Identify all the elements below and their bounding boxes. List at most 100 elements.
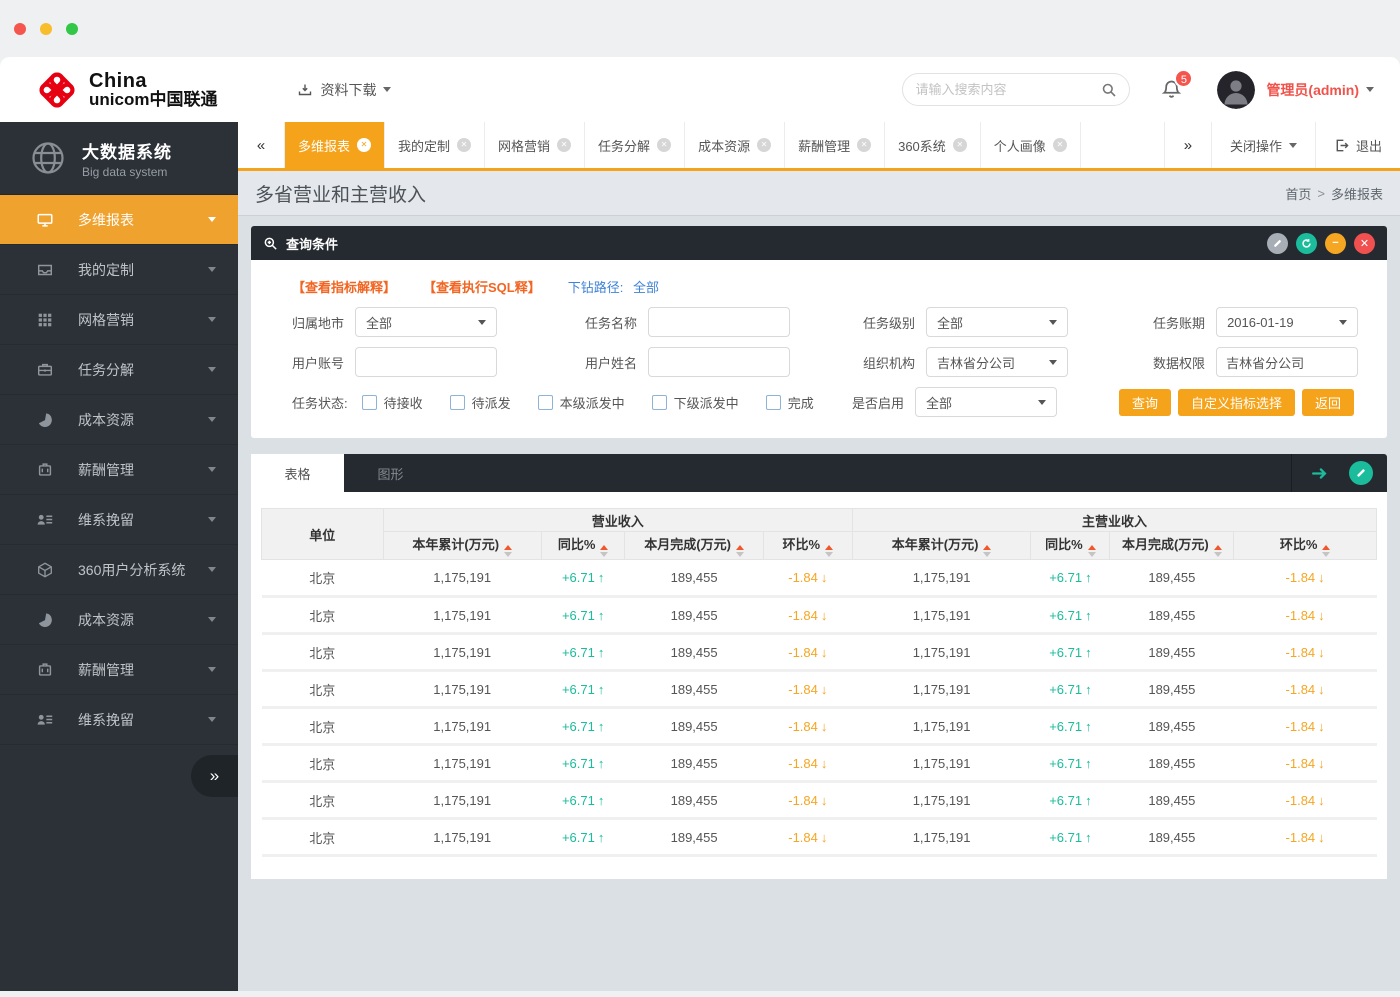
tab-table-view[interactable]: 表格 [251,454,344,492]
user-name-input[interactable] [648,347,790,377]
tab-close-icon[interactable]: ✕ [857,138,871,152]
region-select[interactable]: 全部 [355,307,497,337]
back-button[interactable]: 返回 [1302,389,1354,416]
sidebar-item[interactable]: 任务分解 [0,345,238,395]
view-sql-link[interactable]: 【查看执行SQL释】 [423,277,541,296]
column-header[interactable]: 本月完成(万元) [625,532,763,560]
checkbox-icon[interactable] [766,395,781,410]
tab-close-icon[interactable]: ✕ [357,138,371,152]
tab-close-icon[interactable]: ✕ [557,138,571,152]
tab-item[interactable]: 360系统✕ [885,122,981,168]
column-header[interactable]: 本年累计(万元) [852,532,1030,560]
sort-up-icon [504,545,512,550]
value-cell: +6.71↑ [1031,782,1110,819]
sort-icon[interactable] [1088,545,1096,557]
tab-close-icon[interactable]: ✕ [457,138,471,152]
cube-icon [36,561,54,579]
user-account-input[interactable] [355,347,497,377]
sort-icon[interactable] [825,545,833,557]
pin-button[interactable] [1267,233,1288,254]
sidebar-item[interactable]: 维系挽留 [0,695,238,745]
sidebar-collapse-button[interactable]: » [191,755,238,797]
tab-close-icon[interactable]: ✕ [657,138,671,152]
download-menu[interactable]: 资料下载 [297,80,391,100]
collapse-panel-button[interactable]: − [1325,233,1346,254]
status-checkbox[interactable]: 待派发 [450,393,511,412]
cell-value: 189,455 [1148,682,1195,697]
query-button[interactable]: 查询 [1119,389,1171,416]
sidebar-item[interactable]: 维系挽留 [0,495,238,545]
task-name-input[interactable] [648,307,790,337]
tabs-scroll-right-button[interactable]: » [1164,122,1211,168]
sidebar-item[interactable]: 网格营销 [0,295,238,345]
column-header[interactable]: 环比% [763,532,852,560]
value-cell: -1.84↓ [763,745,852,782]
close-panel-button[interactable]: ✕ [1354,233,1375,254]
breadcrumb-home[interactable]: 首页 [1285,184,1311,203]
tab-close-icon[interactable]: ✕ [953,138,967,152]
tab-item[interactable]: 我的定制✕ [385,122,485,168]
export-arrow-icon[interactable] [1310,464,1349,483]
tabs-scroll-left-button[interactable]: « [238,122,285,168]
window-minimize-button[interactable] [40,23,52,35]
status-checkbox[interactable]: 待接收 [362,393,423,412]
avatar[interactable] [1217,71,1255,109]
sidebar-item-label: 维系挽留 [78,510,208,530]
tab-item[interactable]: 多维报表✕ [285,122,385,168]
sidebar-item[interactable]: 多维报表 [0,195,238,245]
notifications-button[interactable]: 5 [1160,78,1183,101]
column-header[interactable]: 环比% [1234,532,1377,560]
sidebar-item[interactable]: 成本资源 [0,595,238,645]
column-header[interactable]: 同比% [541,532,625,560]
checkbox-icon[interactable] [652,395,667,410]
sort-icon[interactable] [600,545,608,557]
tab-item[interactable]: 网格营销✕ [485,122,585,168]
pin-view-button[interactable] [1349,461,1373,485]
tab-close-icon[interactable]: ✕ [757,138,771,152]
sidebar-item[interactable]: 我的定制 [0,245,238,295]
checkbox-icon[interactable] [450,395,465,410]
search-box[interactable] [902,73,1130,106]
search-input[interactable] [915,82,1101,97]
window-close-button[interactable] [14,23,26,35]
window-maximize-button[interactable] [66,23,78,35]
checkbox-icon[interactable] [362,395,377,410]
enabled-select[interactable]: 全部 [915,387,1057,417]
tab-chart-view[interactable]: 图形 [344,454,437,492]
sort-icon[interactable] [1214,545,1222,557]
data-perm-input[interactable] [1216,347,1358,377]
sidebar-item[interactable]: 薪酬管理 [0,445,238,495]
column-header[interactable]: 本月完成(万元) [1110,532,1234,560]
sidebar-item[interactable]: 成本资源 [0,395,238,445]
column-header[interactable]: 同比% [1031,532,1110,560]
task-level-select[interactable]: 全部 [926,307,1068,337]
tab-close-icon[interactable]: ✕ [1053,138,1067,152]
drill-path-value[interactable]: 全部 [633,280,659,295]
view-indicator-link[interactable]: 【查看指标解释】 [292,277,396,296]
column-header[interactable]: 本年累计(万元) [383,532,541,560]
sort-icon[interactable] [504,545,512,557]
tab-item[interactable]: 成本资源✕ [685,122,785,168]
status-checkbox[interactable]: 完成 [766,393,814,412]
task-period-select[interactable]: 2016-01-19 [1216,307,1358,337]
status-checkbox[interactable]: 下级派发中 [652,393,739,412]
status-checkbox[interactable]: 本级派发中 [538,393,625,412]
close-operations-menu[interactable]: 关闭操作 [1211,122,1315,168]
refresh-button[interactable] [1296,233,1317,254]
search-icon[interactable] [1101,82,1117,98]
table-card: 单位营业收入主营业收入本年累计(万元)同比%本月完成(万元)环比%本年累计(万元… [251,492,1387,879]
tab-item[interactable]: 个人画像✕ [981,122,1081,168]
org-select[interactable]: 吉林省分公司 [926,347,1068,377]
sort-icon[interactable] [1322,545,1330,557]
sidebar-item[interactable]: 360用户分析系统 [0,545,238,595]
user-menu[interactable]: 管理员(admin) [1266,80,1374,100]
sort-icon[interactable] [736,545,744,557]
tab-item[interactable]: 薪酬管理✕ [785,122,885,168]
sort-icon[interactable] [983,545,991,557]
exit-button[interactable]: 退出 [1315,122,1400,168]
sidebar-item[interactable]: 薪酬管理 [0,645,238,695]
checkbox-icon[interactable] [538,395,553,410]
tab-item[interactable]: 任务分解✕ [585,122,685,168]
custom-indicator-button[interactable]: 自定义指标选择 [1178,389,1295,416]
value-cell: +6.71↑ [541,819,625,856]
